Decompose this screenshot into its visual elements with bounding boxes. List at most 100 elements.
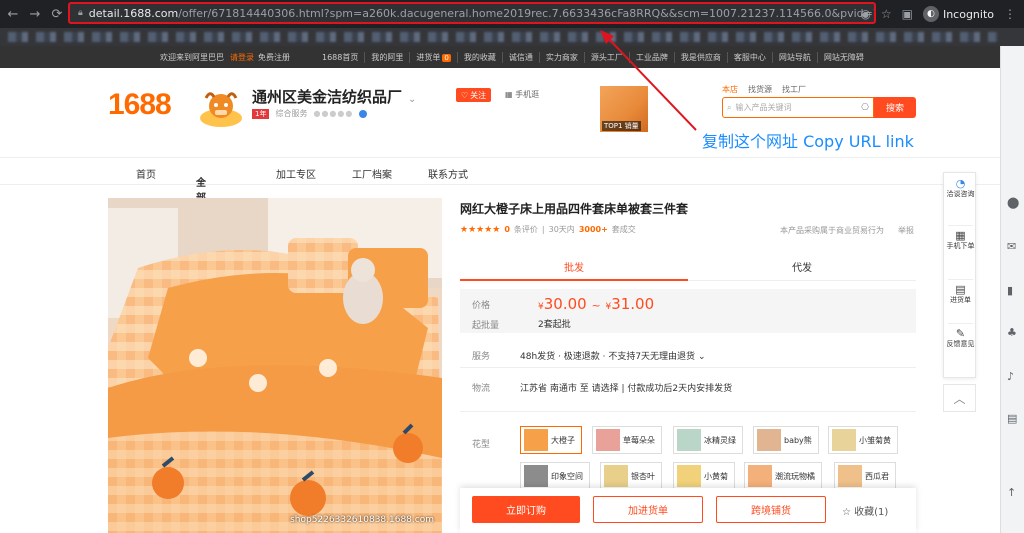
topbar-item-favorites[interactable]: 我的收藏 — [458, 51, 503, 63]
follow-button[interactable]: ♡ 关注 — [456, 88, 492, 102]
shop-name[interactable]: 通州区美金洁纺织品厂 ⌄ — [252, 86, 416, 107]
topbar-item-factories[interactable]: 源头工厂 — [585, 51, 630, 63]
lock-icon: 🔒︎ — [78, 8, 83, 18]
chevron-down-icon: ⌄ — [697, 352, 706, 362]
mail-icon[interactable]: ✉ — [1007, 240, 1016, 253]
moq-value: 2套起批 — [538, 320, 571, 330]
topbar-item-accessibility[interactable]: 网站无障碍 — [818, 52, 870, 63]
scroll-up-icon[interactable]: ↑ — [1007, 486, 1016, 499]
chat-tool[interactable]: ◔ 洽谈咨询 — [944, 178, 977, 199]
top-product-thumb[interactable]: TOP1 销量 — [600, 86, 648, 132]
topbar-item-sitemap[interactable]: 网站导航 — [773, 51, 818, 63]
variant-option[interactable]: 西瓜君 — [834, 462, 896, 490]
logistics-value[interactable]: 江苏省 南通市 至 请选择 | 付款成功后2天内安排发货 — [520, 381, 732, 394]
shopnav-home[interactable]: 首页 — [136, 166, 156, 181]
qr-icon: ▦ — [505, 90, 516, 99]
search-tab-factory[interactable]: 找工厂 — [782, 84, 806, 95]
topbar-item-home[interactable]: 1688首页 — [316, 51, 366, 63]
back-to-top-button[interactable]: ︿ — [943, 384, 976, 412]
product-main-image[interactable]: shop5226332610838.1688.com — [108, 198, 442, 533]
report-link[interactable]: 举报 — [898, 226, 914, 235]
footprint-icon[interactable]: ♣ — [1007, 326, 1017, 339]
topbar-item-brands[interactable]: 工业品牌 — [630, 51, 675, 63]
camera-icon[interactable]: ⎔ — [861, 103, 869, 113]
site-logo[interactable]: 1688 — [108, 88, 172, 122]
tab-wholesale[interactable]: 批发 — [460, 253, 688, 281]
topbar-item-cart[interactable]: 进货单 0 — [410, 51, 458, 63]
trade-notice: 本产品采购属于商业贸易行为 举报 — [780, 225, 914, 236]
add-to-cart-button[interactable]: 加进货单 — [593, 496, 703, 523]
topbar-item-trustpass[interactable]: 诚信通 — [503, 51, 540, 63]
variant-option[interactable]: 草莓朵朵 — [592, 426, 662, 454]
variant-option[interactable]: 冰精灵绿 — [673, 426, 743, 454]
topbar-item-supplier[interactable]: 我是供应商 — [675, 51, 728, 63]
review-count[interactable]: 0 — [504, 225, 510, 234]
floating-toolbar: ◔ 洽谈咨询 ▦ 手机下单 ▤ 进货单 ✎ 反馈意见 — [943, 172, 976, 378]
shopnav-processing[interactable]: 加工专区 — [276, 166, 316, 181]
cross-border-button[interactable]: 跨境铺货 — [716, 496, 826, 523]
purchase-bar: 立即订购 加进货单 跨境铺货 ☆ 收藏(1) — [460, 488, 916, 533]
variant-option[interactable]: 小雏菊黄 — [828, 426, 898, 454]
back-button[interactable]: ← — [2, 7, 24, 22]
chevron-down-icon: ⌄ — [196, 174, 205, 185]
service-text: 48h发货 · 极速退款 · 不支持7天无理由退货 — [520, 352, 696, 362]
review-label: 条评价 — [513, 225, 538, 234]
forward-button[interactable]: → — [24, 7, 46, 22]
variant-option[interactable]: 潮流玩物橘 — [744, 462, 822, 490]
service-label: 服务 — [472, 352, 491, 362]
address-bar[interactable]: 🔒︎ detail.1688.com /offer/671814440306.h… — [68, 2, 876, 24]
incognito-indicator[interactable]: ◐ Incognito — [922, 6, 994, 22]
service-value[interactable]: 48h发货 · 极速退款 · 不支持7天无理由退货 ⌄ — [520, 349, 705, 362]
search-button[interactable]: 搜索 — [874, 97, 916, 118]
tab-dropship[interactable]: 代发 — [688, 253, 916, 281]
favorite-button[interactable]: ☆ 收藏(1) — [842, 503, 888, 518]
login-link[interactable]: 请登录 — [230, 52, 254, 63]
chevron-down-icon[interactable]: ⌄ — [408, 94, 416, 105]
divider — [948, 225, 973, 226]
feedback-tool[interactable]: ✎ 反馈意见 — [944, 327, 977, 349]
variant-swatch — [677, 465, 701, 487]
incognito-icon: ◐ — [922, 6, 939, 22]
extension-icon[interactable]: ⬤ — [1007, 196, 1019, 209]
variant-name: baby熊 — [784, 435, 812, 445]
variant-option[interactable]: 银杏叶 — [600, 462, 662, 490]
variant-swatch — [838, 465, 862, 487]
buy-now-button[interactable]: 立即订购 — [472, 496, 580, 523]
shopnav-factory-profile[interactable]: 工厂档案 — [352, 166, 392, 181]
mobile-order-tool[interactable]: ▦ 手机下单 — [944, 230, 977, 251]
cart-tool[interactable]: ▤ 进货单 — [944, 284, 977, 305]
star-icon[interactable]: ☆ — [881, 7, 892, 21]
topbar-item-merchants[interactable]: 实力商家 — [540, 51, 585, 63]
mobile-label: 手机逛 — [515, 90, 540, 99]
divider — [460, 367, 916, 368]
edit-icon: ✎ — [955, 327, 966, 340]
follow-icon: ♡ — [461, 90, 469, 100]
browser-actions: ◉ ☆ ▣ ◐ Incognito ⋮ — [860, 0, 1024, 28]
bookmark-icon[interactable]: ▮ — [1007, 284, 1013, 297]
menu-icon[interactable]: ⋮ — [1004, 7, 1016, 21]
variant-option[interactable]: 印象空间 — [520, 462, 590, 490]
shopnav-contact[interactable]: 联系方式 — [428, 166, 468, 181]
search-tab-shop[interactable]: 本店 — [722, 84, 738, 95]
bell-icon[interactable]: ♪ — [1007, 370, 1014, 383]
search-input[interactable]: ⌕ 输入产品关键词 ⎔ — [722, 97, 874, 118]
top-sales-badge: TOP1 销量 — [602, 121, 641, 131]
sidepanel-icon[interactable]: ▣ — [902, 7, 913, 21]
topbar-item-service[interactable]: 客服中心 — [728, 51, 773, 63]
register-link[interactable]: 免费注册 — [258, 52, 290, 63]
variant-option[interactable]: baby熊 — [753, 426, 819, 454]
mobile-browse-link[interactable]: ▦ 手机逛 — [505, 89, 539, 100]
eye-off-icon[interactable]: ◉ — [860, 7, 870, 21]
price-range: ¥30.00 ~ ¥31.00 — [538, 295, 654, 313]
reload-button[interactable]: ⟳ — [46, 7, 68, 22]
sales-suffix: 套成交 — [611, 225, 636, 234]
variant-swatch — [524, 465, 548, 487]
topbar-item-my-ali[interactable]: 我的阿里 — [365, 51, 411, 63]
variant-option[interactable]: 大橙子 — [520, 426, 582, 454]
save-icon[interactable]: ▤ — [1007, 412, 1017, 425]
variant-option[interactable]: 小黄菊 — [673, 462, 735, 490]
variant-name: 印象空间 — [551, 471, 583, 481]
verified-icon — [359, 109, 368, 118]
url-domain: detail.1688.com — [88, 6, 179, 20]
search-tab-goods[interactable]: 找货源 — [748, 84, 772, 95]
